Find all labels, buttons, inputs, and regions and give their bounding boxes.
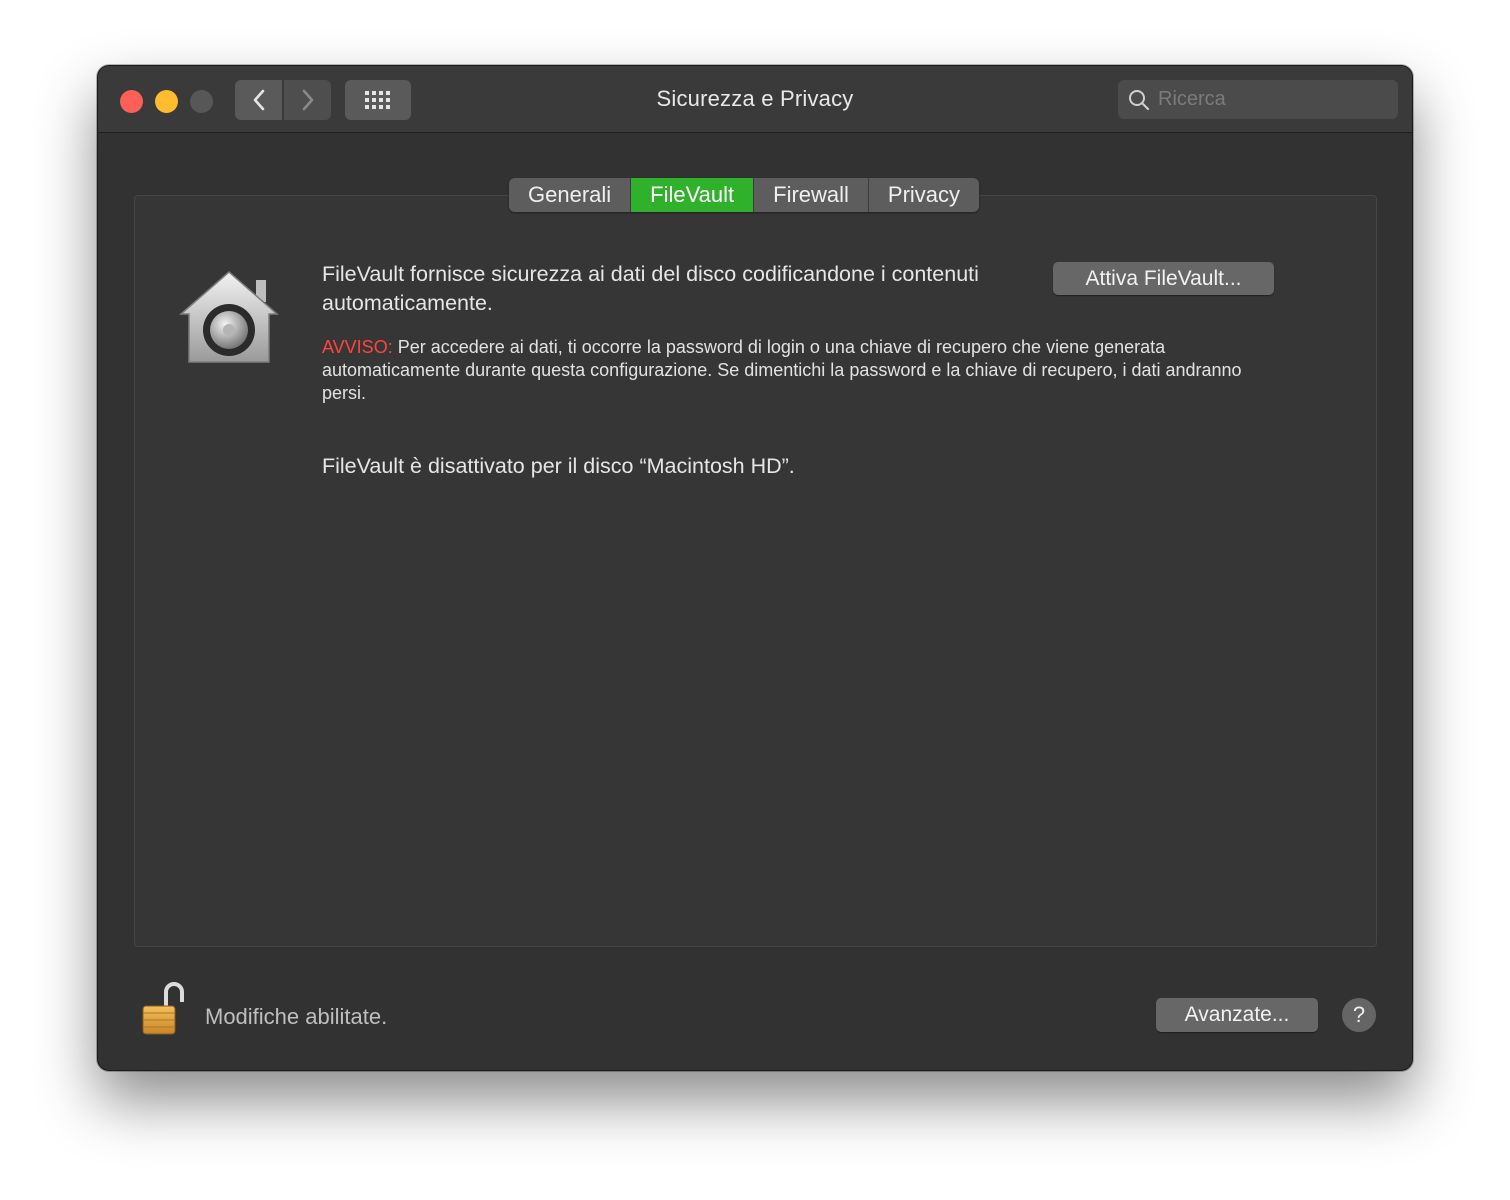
tab-generali[interactable]: Generali xyxy=(509,178,632,212)
filevault-description: FileVault fornisce sicurezza ai dati del… xyxy=(322,262,979,315)
advanced-button[interactable]: Avanzate... xyxy=(1156,998,1318,1032)
tab-firewall[interactable]: Firewall xyxy=(754,178,869,212)
tab-filevault[interactable]: FileVault xyxy=(631,178,755,212)
warning-text: Per accedere ai dati, ti occorre la pass… xyxy=(322,337,1242,403)
search-icon xyxy=(1129,89,1150,110)
search-field[interactable] xyxy=(1118,80,1398,119)
lock-status-text: Modifiche abilitate. xyxy=(205,1004,388,1029)
search-input[interactable] xyxy=(1158,88,1378,111)
filevault-house-icon xyxy=(179,271,279,363)
tab-privacy[interactable]: Privacy xyxy=(868,178,980,212)
help-button[interactable]: ? xyxy=(1342,998,1376,1032)
preferences-window: Sicurezza e Privacy Generali FileVault F… xyxy=(97,65,1413,1071)
activate-filevault-button[interactable]: Attiva FileVault... xyxy=(1053,262,1274,295)
title-bar: Sicurezza e Privacy xyxy=(98,66,1412,133)
filevault-warning: AVVISO: Per accedere ai dati, ti occorre… xyxy=(322,336,1242,405)
tab-bar: Generali FileVault Firewall Privacy xyxy=(509,178,980,212)
filevault-status: FileVault è disattivato per il disco “Ma… xyxy=(322,454,795,478)
unlocked-padlock-icon[interactable] xyxy=(140,980,186,1038)
warning-label: AVVISO: xyxy=(322,337,393,357)
